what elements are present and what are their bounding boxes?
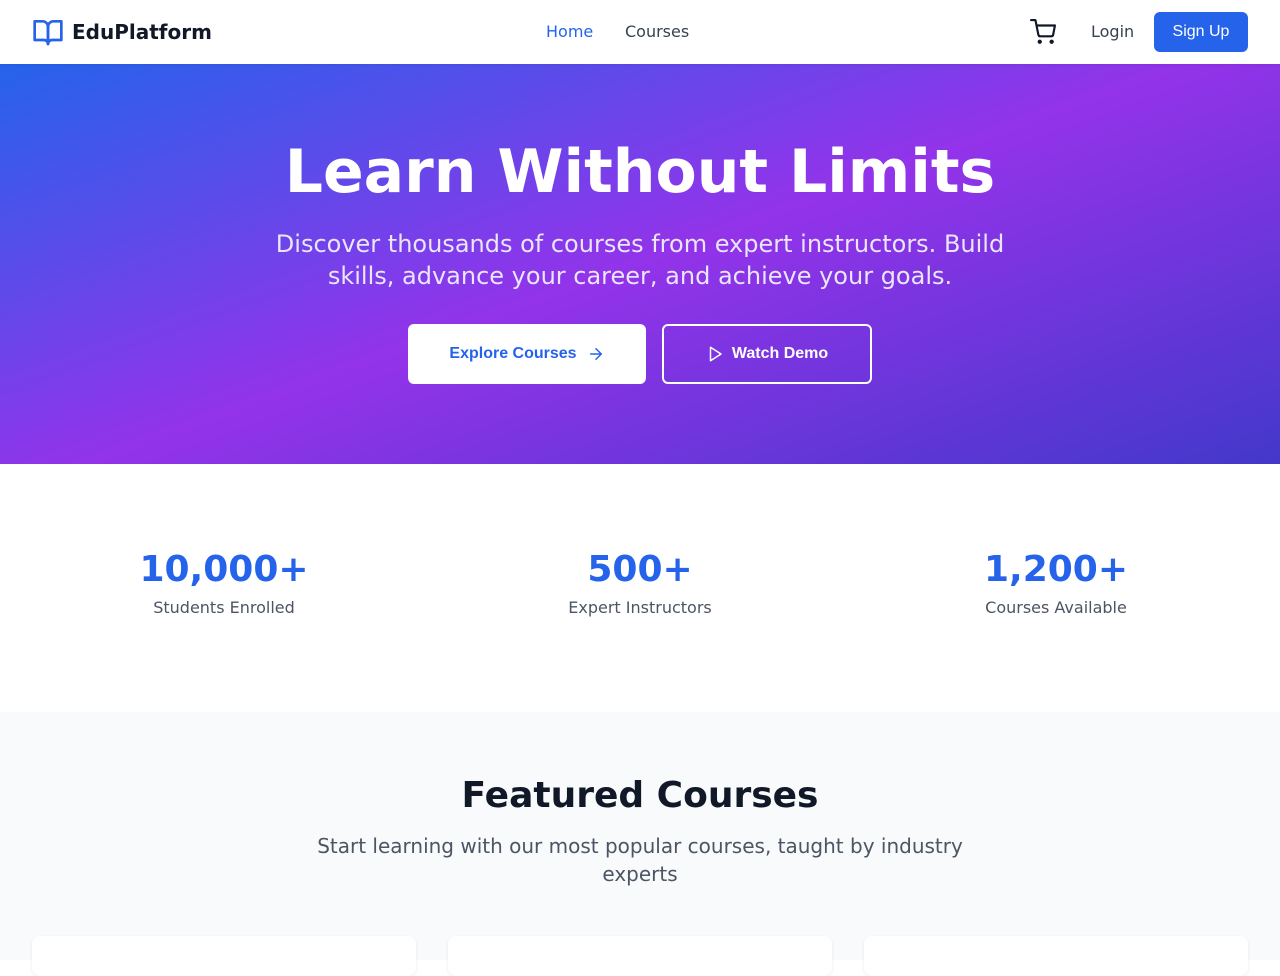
featured-courses-section: Featured Courses Start learning with our…: [0, 712, 1280, 976]
stat-value: 500+: [587, 549, 693, 590]
shopping-cart-icon[interactable]: [1030, 19, 1056, 45]
login-link[interactable]: Login: [1091, 20, 1134, 44]
stat-students: 10,000+ Students Enrolled: [16, 548, 432, 620]
brand-logo[interactable]: EduPlatform: [32, 16, 212, 48]
stat-label: Students Enrolled: [153, 598, 295, 617]
stats-section: 10,000+ Students Enrolled 500+ Expert In…: [0, 464, 1280, 712]
hero-section: Learn Without Limits Discover thousands …: [0, 64, 1280, 464]
hero-title: Learn Without Limits: [284, 137, 996, 207]
hero-subtitle: Discover thousands of courses from exper…: [275, 230, 1005, 290]
nav-home[interactable]: Home: [546, 20, 593, 44]
watch-demo-label: Watch Demo: [731, 345, 829, 362]
stat-value: 1,200+: [983, 549, 1129, 590]
open-book-icon: [33, 20, 63, 46]
stat-label: Expert Instructors: [568, 598, 712, 617]
featured-title: Featured Courses: [461, 775, 819, 816]
stat-instructors: 500+ Expert Instructors: [432, 548, 848, 620]
site-header: EduPlatform Home Courses Login Sign Up: [0, 0, 1280, 64]
stat-value: 10,000+: [139, 549, 309, 590]
explore-courses-button[interactable]: Explore Courses: [408, 324, 646, 384]
stat-label: Courses Available: [985, 598, 1127, 617]
course-card[interactable]: [448, 936, 832, 976]
signup-button[interactable]: Sign Up: [1154, 12, 1248, 52]
play-icon: [709, 346, 722, 362]
arrow-right-icon: [589, 348, 602, 360]
brand-name: EduPlatform: [72, 20, 212, 44]
featured-subtitle: Start learning with our most popular cou…: [317, 834, 963, 886]
course-card[interactable]: [864, 936, 1248, 976]
stat-courses: 1,200+ Courses Available: [848, 548, 1264, 620]
watch-demo-button[interactable]: Watch Demo: [662, 324, 872, 384]
course-card[interactable]: [32, 936, 416, 976]
nav-courses[interactable]: Courses: [625, 20, 689, 44]
explore-courses-label: Explore Courses: [449, 345, 577, 362]
